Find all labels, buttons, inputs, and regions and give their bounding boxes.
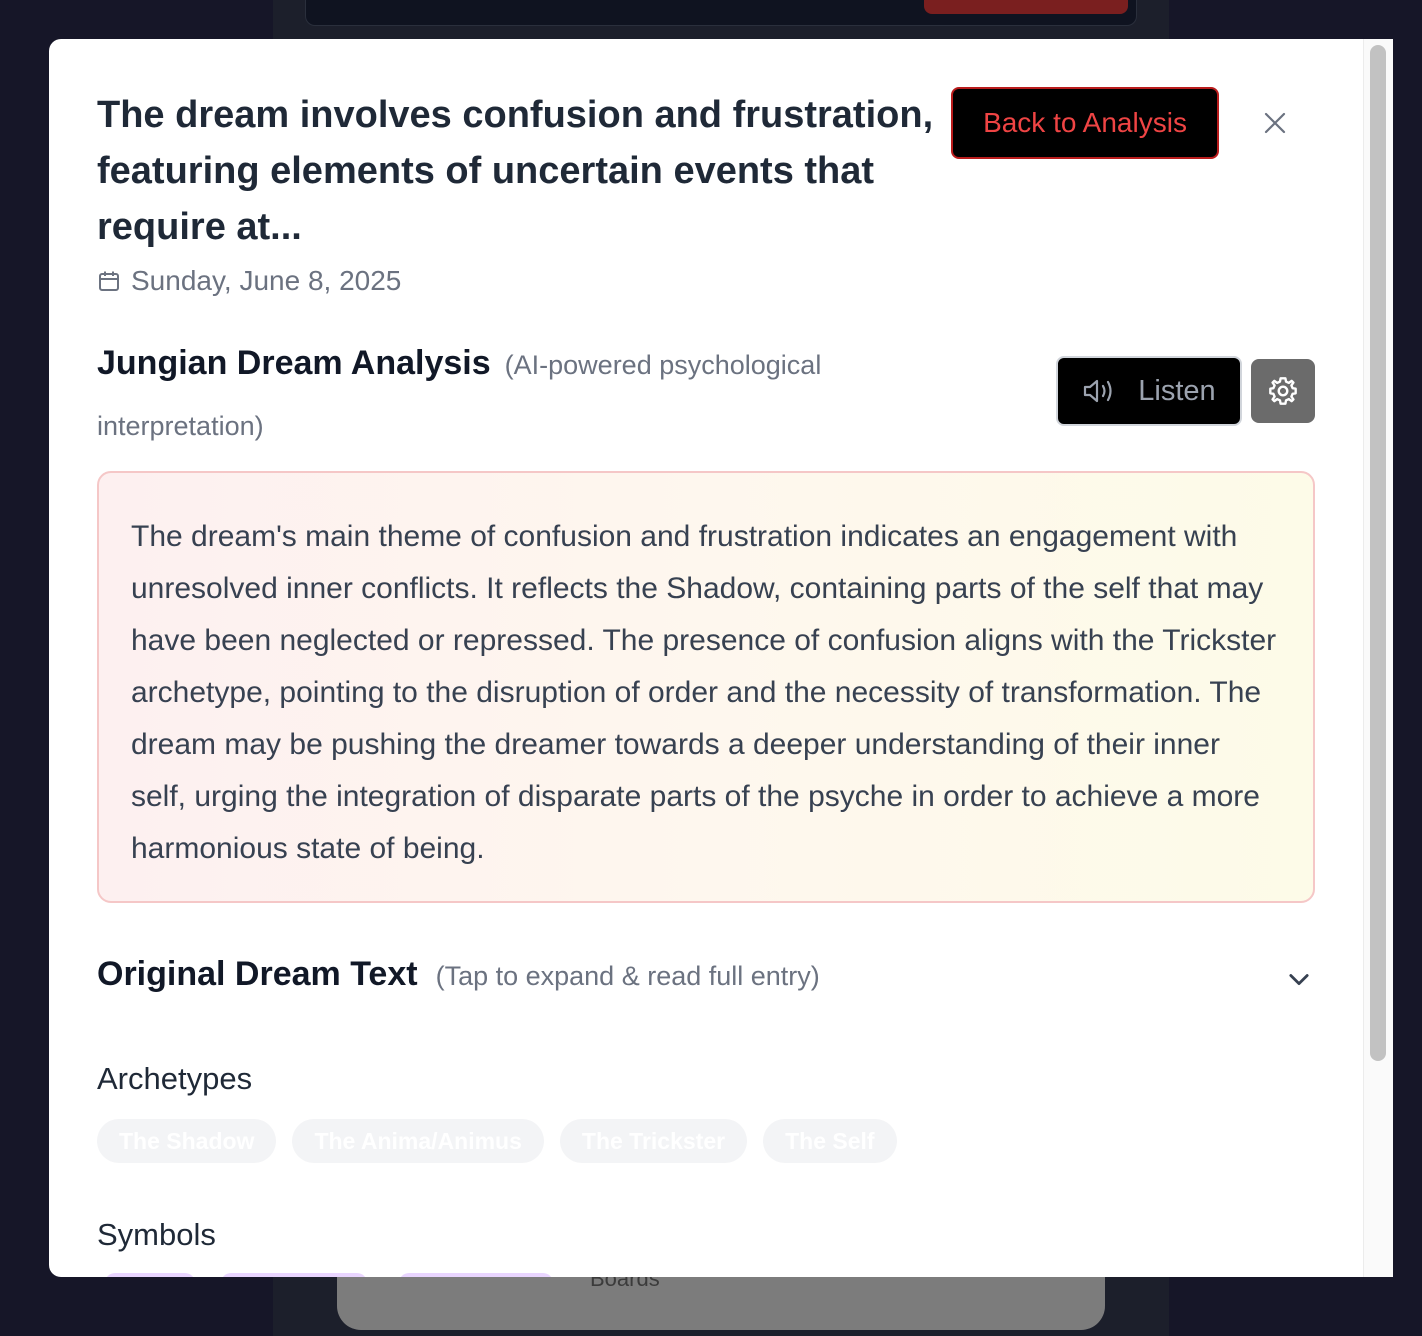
original-text-subtitle: (Tap to expand & read full entry) <box>435 961 820 991</box>
analysis-card: The dream's main theme of confusion and … <box>97 471 1315 903</box>
close-button[interactable] <box>1257 105 1293 141</box>
back-to-analysis-button[interactable]: Back to Analysis <box>951 87 1219 159</box>
dream-date: Sunday, June 8, 2025 <box>131 265 402 296</box>
calendar-icon <box>99 271 119 291</box>
dream-detail-modal: The dream involves confusion and frustra… <box>49 39 1393 1277</box>
listen-button[interactable]: Listen <box>1056 356 1242 426</box>
scrollbar-thumb[interactable] <box>1370 45 1386 1061</box>
archetype-tags: The Shadow The Anima/Animus The Trickste… <box>97 1119 897 1163</box>
close-icon <box>1264 112 1286 134</box>
symbol-tag[interactable] <box>399 1273 553 1277</box>
listen-label: Listen <box>1138 374 1216 407</box>
date-row: Sunday, June 8, 2025 <box>97 265 401 297</box>
voice-settings-button[interactable] <box>1251 359 1315 423</box>
chevron-down-icon[interactable] <box>1285 965 1313 993</box>
archetype-tag[interactable]: The Anima/Animus <box>292 1119 544 1163</box>
archetypes-label: Archetypes <box>97 1061 253 1096</box>
archetype-tag[interactable]: The Self <box>763 1119 897 1163</box>
archetype-tag[interactable]: The Shadow <box>97 1119 277 1163</box>
speaker-icon <box>1084 379 1112 403</box>
gear-icon <box>1269 377 1297 405</box>
dream-title: The dream involves confusion and frustra… <box>97 94 934 248</box>
symbol-tag[interactable] <box>105 1273 195 1277</box>
original-text-title: Original Dream Text <box>97 955 418 993</box>
original-text-toggle[interactable]: Original Dream Text (Tap to expand & rea… <box>97 955 1097 994</box>
symbol-tag[interactable] <box>221 1273 367 1277</box>
archetype-tag[interactable]: The Trickster <box>559 1119 748 1163</box>
analysis-heading: Jungian Dream Analysis (AI-powered psycho… <box>97 335 917 459</box>
symbols-label: Symbols <box>97 1217 216 1252</box>
background-topbar-button <box>924 0 1128 14</box>
scrollbar-track[interactable] <box>1363 39 1393 1277</box>
analysis-title: Jungian Dream Analysis <box>97 344 491 382</box>
